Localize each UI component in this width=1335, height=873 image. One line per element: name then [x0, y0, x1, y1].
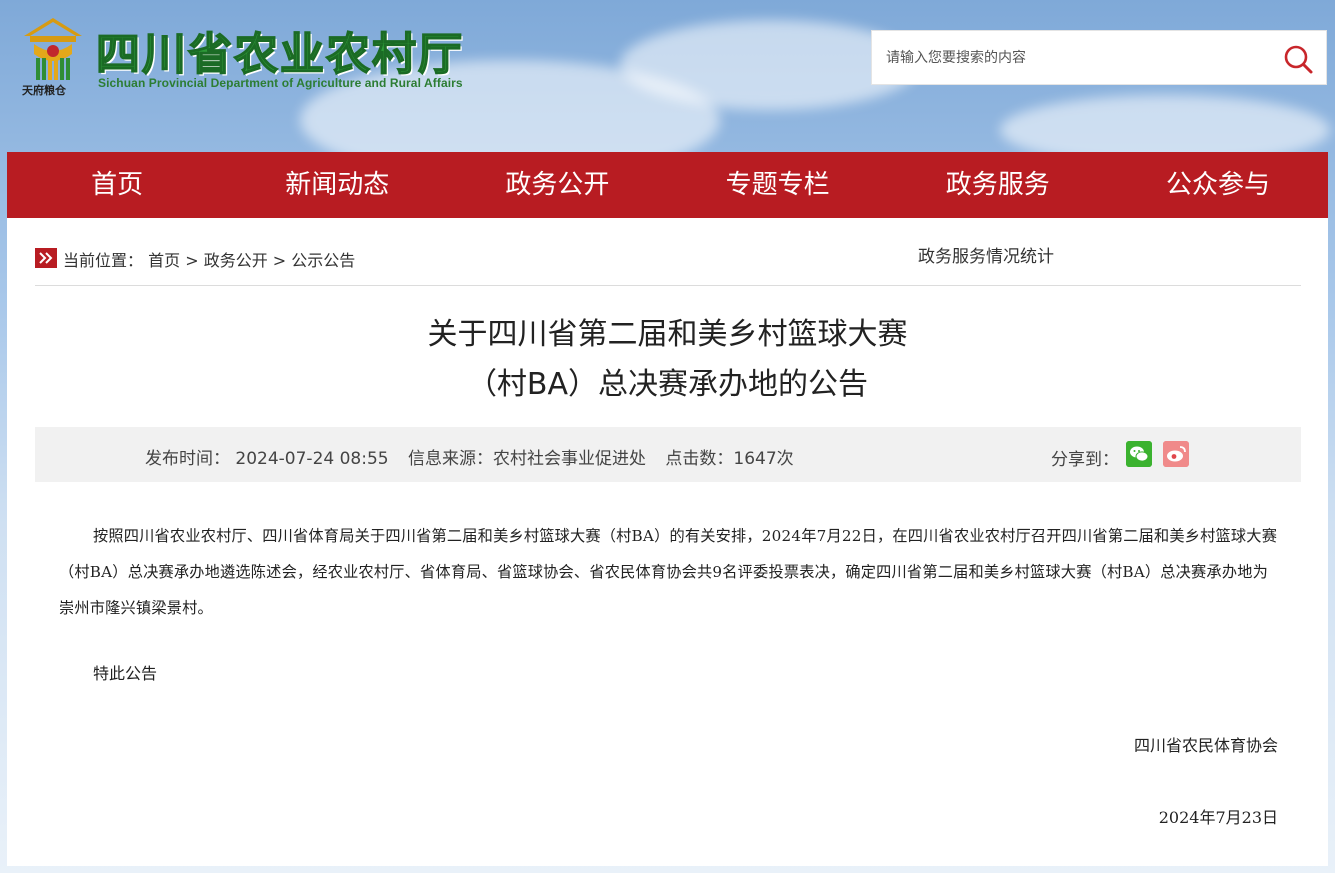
wechat-share-icon[interactable] — [1126, 441, 1152, 467]
nav-item-home[interactable]: 首页 — [7, 152, 227, 218]
breadcrumb-prefix: 当前位置： — [63, 251, 144, 270]
article-closing: 特此公告 — [93, 664, 158, 683]
main-nav: 首页 新闻动态 政务公开 专题专栏 政务服务 公众参与 — [7, 152, 1328, 218]
search-icon[interactable] — [1280, 41, 1316, 77]
article-title: 关于四川省第二届和美乡村篮球大赛 （村BA）总决赛承办地的公告 — [7, 310, 1328, 410]
breadcrumb-separator: > — [267, 251, 292, 270]
click-count: 点击数：1647次 — [665, 449, 794, 469]
article-title-line2: （村BA）总决赛承办地的公告 — [466, 367, 869, 402]
breadcrumb-item-announcements[interactable]: 公示公告 — [291, 251, 355, 270]
search-input[interactable] — [886, 45, 1266, 71]
article-date: 2024年7月23日 — [1158, 808, 1278, 827]
emblem-caption: 天府粮仓 — [22, 84, 66, 97]
site-header: 天府粮仓 四川省农业农村厅 Sichuan Provincial Departm… — [0, 0, 1335, 152]
publish-time: 发布时间： 2024-07-24 08:55 — [145, 449, 389, 469]
weibo-share-icon[interactable] — [1163, 441, 1189, 467]
share-label: 分享到： — [1051, 450, 1119, 470]
article-meta-bar: 发布时间： 2024-07-24 08:55 信息来源：农村社会事业促进处 点击… — [35, 427, 1301, 482]
article-meta: 发布时间： 2024-07-24 08:55 信息来源：农村社会事业促进处 点击… — [145, 444, 808, 469]
nav-item-special-topics[interactable]: 专题专栏 — [668, 152, 888, 218]
site-subtitle: Sichuan Provincial Department of Agricul… — [98, 76, 463, 90]
breadcrumb-item-government-affairs[interactable]: 政务公开 — [204, 251, 268, 270]
nav-item-services[interactable]: 政务服务 — [888, 152, 1108, 218]
info-source: 信息来源：农村社会事业促进处 — [408, 449, 647, 469]
article-signer: 四川省农民体育协会 — [1133, 736, 1278, 755]
service-stats-link[interactable]: 政务服务情况统计 — [918, 242, 1054, 267]
nav-item-participation[interactable]: 公众参与 — [1108, 152, 1328, 218]
breadcrumb-item-home[interactable]: 首页 — [148, 251, 180, 270]
article-body: 按照四川省农业农村厅、四川省体育局关于四川省第二届和美乡村篮球大赛（村BA）的有… — [59, 527, 1278, 617]
breadcrumb: 当前位置： 首页 > 政务公开 > 公示公告 政务服务情况统计 — [35, 242, 1301, 286]
breadcrumb-separator: > — [180, 251, 204, 270]
article-title-line1: 关于四川省第二届和美乡村篮球大赛 — [427, 317, 908, 352]
search-box — [871, 30, 1327, 85]
nav-item-government-affairs[interactable]: 政务公开 — [447, 152, 667, 218]
breadcrumb-trail: 当前位置： 首页 > 政务公开 > 公示公告 — [63, 247, 355, 271]
double-chevron-icon — [35, 248, 57, 268]
nav-item-news[interactable]: 新闻动态 — [227, 152, 447, 218]
site-title[interactable]: 四川省农业农村厅 — [95, 18, 464, 82]
content-panel: 当前位置： 首页 > 政务公开 > 公示公告 政务服务情况统计 关于四川省第二届… — [7, 218, 1328, 866]
